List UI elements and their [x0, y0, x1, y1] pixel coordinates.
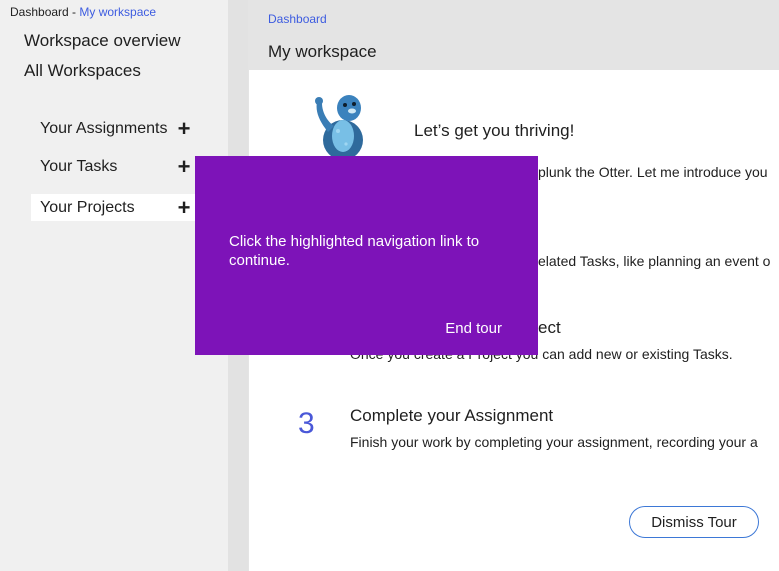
step3-title: Complete your Assignment	[350, 406, 554, 425]
tour-overlay: Click the highlighted navigation link to…	[195, 156, 538, 355]
top-breadcrumb: Dashboard - My workspace	[10, 5, 156, 19]
dismiss-tour-button[interactable]: Dismiss Tour	[629, 506, 759, 538]
tour-greeting: Let’s get you thriving!	[414, 121, 575, 140]
otter-mascot-icon	[315, 95, 363, 158]
plus-icon[interactable]: +	[173, 117, 195, 140]
top-breadcrumb-link[interactable]: My workspace	[79, 5, 156, 19]
sidebar: Dashboard - My workspace Workspace overv…	[0, 0, 228, 571]
sidebar-item-your-assignments[interactable]: Your Assignments +	[31, 115, 195, 142]
sidebar-item-your-projects[interactable]: Your Projects +	[31, 194, 195, 221]
page-title: My workspace	[268, 42, 377, 61]
sidebar-link-workspace-overview[interactable]: Workspace overview	[24, 31, 181, 51]
sidebar-item-your-tasks[interactable]: Your Tasks +	[31, 153, 195, 180]
step3-description: Finish your work by completing your assi…	[350, 434, 758, 450]
sidebar-link-all-workspaces[interactable]: All Workspaces	[24, 61, 141, 81]
end-tour-button[interactable]: End tour	[445, 320, 502, 337]
sidebar-item-label: Your Projects	[40, 198, 135, 216]
plus-icon[interactable]: +	[173, 155, 195, 178]
tour-intro-text: plunk the Otter. Let me introduce you	[538, 164, 768, 180]
sidebar-item-label: Your Assignments	[40, 119, 168, 137]
plus-icon[interactable]: +	[173, 196, 195, 219]
tour-overlay-message: Click the highlighted navigation link to…	[229, 233, 480, 269]
top-breadcrumb-prefix: Dashboard -	[10, 5, 80, 19]
step3-number: 3	[298, 407, 315, 440]
step2-title: ect	[538, 318, 561, 337]
step1-description: elated Tasks, like planning an event o	[538, 253, 771, 269]
breadcrumb[interactable]: Dashboard	[268, 12, 327, 26]
sidebar-item-label: Your Tasks	[40, 157, 118, 175]
